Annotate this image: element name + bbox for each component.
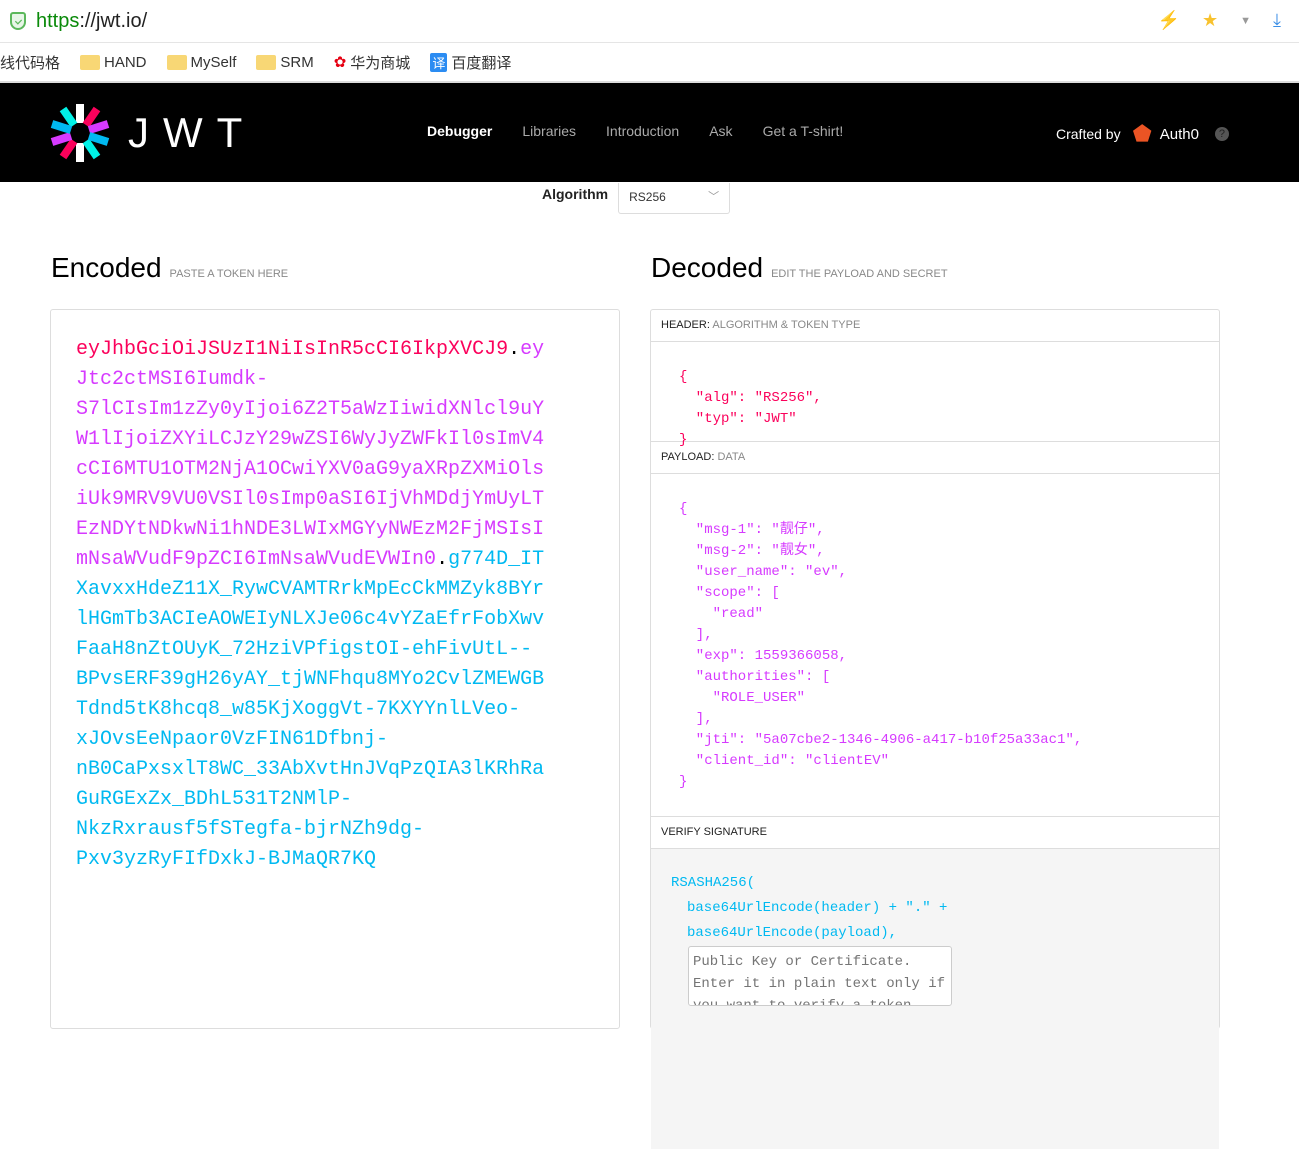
public-key-input[interactable] [688,946,952,1006]
site-navbar: JWT Debugger Libraries Introduction Ask … [0,83,1299,182]
decoded-panel: HEADER: ALGORITHM & TOKEN TYPE { "alg": … [650,309,1220,1149]
dropdown-icon[interactable]: ▼ [1240,15,1251,27]
secure-shield-icon [10,12,26,30]
algorithm-select[interactable]: RS256 ﹀ [618,183,731,214]
nav-libraries[interactable]: Libraries [522,123,576,139]
payload-section-title: PAYLOAD: DATA [651,442,1219,474]
bookmark[interactable]: 译百度翻译 [430,52,511,73]
bookmark-folder[interactable]: SRM [256,54,314,71]
bookmark-folder[interactable]: HAND [80,54,147,71]
encoded-title: Encoded PASTE A TOKEN HERE [51,252,289,283]
nav-introduction[interactable]: Introduction [606,123,679,139]
nav-tshirt[interactable]: Get a T-shirt! [763,123,844,139]
folder-icon [256,54,277,70]
decoded-title: Decoded EDIT THE PAYLOAD AND SECRET [651,252,948,283]
auth0-icon: ⬟ [1132,121,1152,146]
star-icon[interactable]: ★ [1202,10,1218,31]
download-icon[interactable]: ⤓ [1273,10,1281,31]
translate-icon: 译 [430,52,448,72]
folder-icon [166,54,187,70]
token-header: eyJhbGciOiJSUzI1NiIsInR5cCI6IkpXVCJ9 [76,338,509,361]
encoded-token-editor[interactable]: eyJhbGciOiJSUzI1NiIsInR5cCI6IkpXVCJ9.eyJ… [50,309,620,1029]
bookmark-folder[interactable]: MySelf [166,54,236,71]
lightning-icon[interactable]: ⚡ [1158,10,1180,31]
url-text[interactable]: https://jwt.io/ [36,10,147,33]
header-section-title: HEADER: ALGORITHM & TOKEN TYPE [651,310,1219,342]
verify-signature-title: VERIFY SIGNATURE [651,817,1219,849]
algorithm-selector: Algorithm RS256 ﹀ [542,183,731,214]
crafted-by-auth0[interactable]: Crafted by ⬟ Auth0 ? [1056,121,1229,147]
verify-signature-section: RSASHA256( base64UrlEncode(header) + "."… [651,849,1219,1149]
payload-json-editor[interactable]: { "msg-1": "靓仔", "msg-2": "靓女", "user_na… [651,474,1219,817]
nav-ask[interactable]: Ask [709,123,732,139]
header-json-editor[interactable]: { "alg": "RS256", "typ": "JWT" } [651,342,1219,448]
token-payload: eyJtc2ctMSI6Iumdk-S7lCIsIm1zZy0yIjoi6Z2T… [76,338,545,571]
bookmark[interactable]: E线代码格 [0,52,60,73]
token-signature: g774D_ITXavxxHdeZ11X_RywCVAMTRrkMpEcCkMM… [76,548,545,871]
help-icon[interactable]: ? [1214,127,1229,141]
jwt-logo[interactable]: JWT [50,103,256,163]
jwt-logo-icon [50,104,110,162]
address-bar[interactable]: https://jwt.io/ ⚡ ★ ▼ ⤓ [0,0,1299,43]
huawei-icon: ✿ [333,54,347,71]
bookmarks-bar: E线代码格 HAND MySelf SRM ✿华为商城 译百度翻译 [0,43,1299,83]
bookmark[interactable]: ✿ 华为商城 [334,52,411,73]
folder-icon [80,54,101,70]
chevron-down-icon: ﹀ [708,191,720,203]
nav-debugger[interactable]: Debugger [427,123,492,139]
